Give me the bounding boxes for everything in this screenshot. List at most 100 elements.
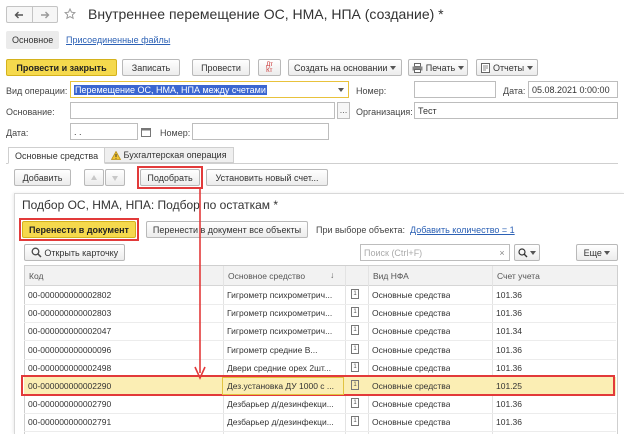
- search-button[interactable]: [514, 244, 540, 261]
- doc-icon: 1: [351, 398, 359, 409]
- basis-field[interactable]: [70, 102, 335, 119]
- date-field[interactable]: 05.08.2021 0:00:00: [528, 81, 618, 98]
- add-quantity-link[interactable]: Добавить количество = 1: [410, 225, 515, 235]
- cell-asset: Дезбарьер д/дезинфекци...: [227, 399, 334, 410]
- chevron-down-icon: [604, 250, 611, 255]
- transfer-button-highlight: [19, 218, 139, 241]
- open-card-label: Открыть карточку: [44, 247, 119, 258]
- doc-icon: 1: [351, 325, 359, 336]
- ellipsis-icon: …: [339, 106, 348, 115]
- open-card-button[interactable]: Открыть карточку: [24, 244, 125, 261]
- create-based-button[interactable]: Создать на основании: [288, 59, 402, 76]
- set-account-button[interactable]: Установить новый счет...: [206, 169, 328, 186]
- op-type-select[interactable]: Перемещение ОС, НМА, НПА между счетами: [70, 81, 349, 98]
- doc-icon: 1: [351, 416, 359, 427]
- save-button[interactable]: Записать: [122, 59, 180, 76]
- arrow-right-icon: [40, 11, 50, 18]
- cell-asset: Дезбарьер д/дезинфекци...: [227, 417, 334, 428]
- number2-field[interactable]: [192, 123, 329, 140]
- on-select-label: При выборе объекта:: [316, 225, 405, 235]
- move-up-button[interactable]: [84, 169, 104, 186]
- post-button[interactable]: Провести: [192, 59, 250, 76]
- basis-select-button[interactable]: …: [337, 102, 350, 119]
- tab-accounting-label: Бухгалтерская операция: [123, 150, 227, 160]
- cell-account: 101.34: [496, 326, 522, 337]
- sort-down-icon: ↓: [330, 270, 335, 280]
- number-field[interactable]: [414, 81, 496, 98]
- column-header-account[interactable]: Счет учета: [497, 271, 540, 281]
- cell-code: 00-000000000002803: [28, 308, 112, 319]
- chevron-down-icon: [530, 250, 536, 255]
- date-value: 05.08.2021 0:00:00: [532, 84, 610, 95]
- calendar-icon: [141, 127, 151, 137]
- print-label: Печать: [425, 62, 456, 73]
- arrow-down-icon: [112, 175, 118, 181]
- number2-label: Номер:: [160, 128, 191, 138]
- date2-label: Дата:: [6, 128, 29, 138]
- chevron-down-icon: [337, 87, 344, 92]
- table-row[interactable]: 00-000000000002803 Гигрометр психрометрич…: [24, 304, 616, 324]
- add-button[interactable]: Добавить: [14, 169, 71, 186]
- chevron-down-icon: [457, 65, 464, 70]
- number-label: Номер:: [356, 86, 387, 96]
- cell-code: 00-000000000002047: [28, 326, 112, 337]
- pick-button-highlight: [137, 166, 203, 189]
- tab-accounting-operation[interactable]: Бухгалтерская операция: [104, 147, 234, 163]
- tab-main[interactable]: Основное: [6, 31, 60, 49]
- more-label: Еще: [583, 247, 602, 258]
- arrow-left-icon: [14, 11, 24, 18]
- grid-header: Код Основное средство ↓ Вид НФА Счет уче…: [25, 266, 617, 286]
- cell-kind: Основные средства: [372, 308, 451, 319]
- cell-code: 00-000000000002802: [28, 290, 112, 300]
- org-field[interactable]: Тест: [414, 102, 618, 119]
- cell-asset: Гигрометр психрометрич...: [227, 308, 333, 319]
- table-row[interactable]: 00-000000000002791 Дезбарьер д/дезинфекци…: [24, 413, 616, 433]
- column-header-asset[interactable]: Основное средство: [228, 271, 305, 281]
- more-button[interactable]: Еще: [576, 244, 618, 261]
- star-icon[interactable]: [64, 8, 76, 20]
- warning-icon: [111, 150, 121, 160]
- column-header-kind[interactable]: Вид НФА: [373, 271, 409, 281]
- doc-icon: 1: [351, 343, 359, 354]
- cell-kind: Основные средства: [372, 417, 451, 428]
- back-button[interactable]: [7, 7, 33, 22]
- doc-icon: 1: [351, 289, 359, 299]
- tab-fixed-assets[interactable]: Основные средства: [8, 147, 106, 164]
- column-header-code[interactable]: Код: [29, 271, 43, 281]
- cell-account: 101.36: [496, 362, 522, 373]
- reports-button[interactable]: Отчеты: [476, 59, 538, 76]
- date2-field[interactable]: . .: [70, 123, 138, 140]
- search-clear-button[interactable]: ×: [496, 245, 508, 260]
- post-and-close-button[interactable]: Провести и закрыть: [6, 59, 117, 76]
- table-row[interactable]: 00-000000000000096 Гигрометр средние В...…: [24, 341, 616, 360]
- cell-account: 101.36: [496, 290, 522, 300]
- report-icon: [481, 62, 491, 73]
- table-row[interactable]: 00-000000000002790 Дезбарьер д/дезинфекци…: [24, 395, 616, 415]
- printer-icon: [412, 62, 423, 73]
- nav-buttons: [6, 6, 58, 23]
- magnifier-card-icon: [31, 247, 42, 258]
- table-row[interactable]: 00-000000000002802 Гигрометр психрометрич…: [24, 286, 616, 305]
- op-type-dropdown-button[interactable]: [333, 82, 348, 97]
- org-label: Организация:: [356, 107, 413, 117]
- doc-icon: 1: [351, 361, 359, 372]
- forward-button[interactable]: [33, 7, 58, 22]
- move-down-button[interactable]: [105, 169, 125, 186]
- arrow-up-icon: [91, 174, 97, 180]
- dt-kt-button[interactable]: Дт Кт: [258, 59, 281, 76]
- search-input[interactable]: Поиск (Ctrl+F): [360, 244, 510, 261]
- search-icon: [518, 247, 528, 257]
- cell-code: 00-000000000002791: [28, 417, 112, 428]
- picker-title: Подбор ОС, НМА, НПА: Подбор по остаткам …: [22, 198, 279, 212]
- cell-asset: Гигрометр средние В...: [227, 344, 318, 355]
- search-placeholder: Поиск (Ctrl+F): [364, 247, 423, 258]
- annotation-arrow: [194, 187, 206, 380]
- table-row[interactable]: 00-000000000002047 Гигрометр психрометрич…: [24, 322, 616, 342]
- date-label: Дата:: [503, 86, 526, 96]
- calendar-button[interactable]: [139, 124, 153, 139]
- dt-kt-icon: Дт Кт: [266, 61, 273, 74]
- print-button[interactable]: Печать: [408, 59, 468, 76]
- cell-kind: Основные средства: [372, 399, 451, 410]
- transfer-all-button[interactable]: Перенести в документ все объекты: [146, 221, 308, 238]
- tab-attached-files[interactable]: Присоединенные файлы: [66, 35, 170, 45]
